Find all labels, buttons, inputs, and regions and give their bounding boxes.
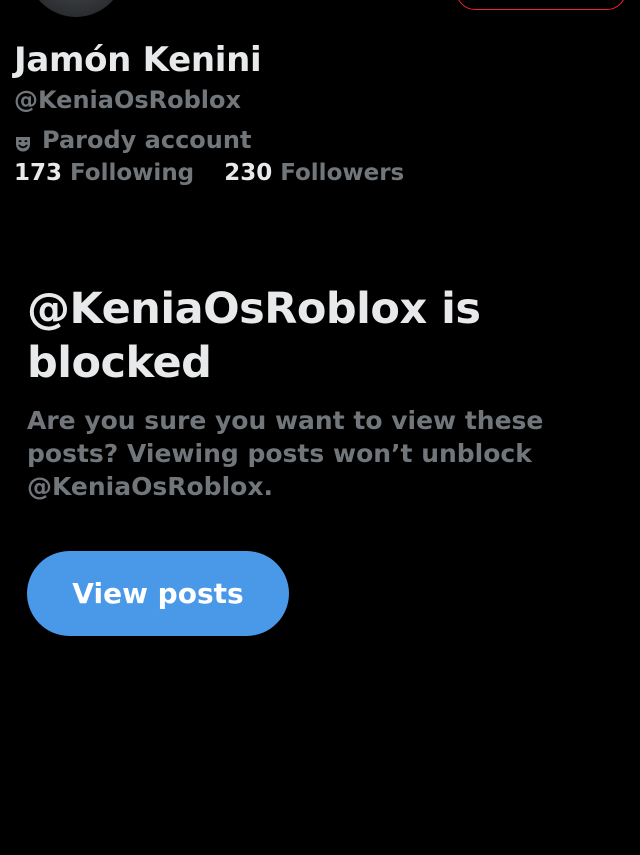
profile-stats: 173 Following 230 Followers	[14, 160, 404, 186]
blocked-title: @KeniaOsRoblox is blocked	[27, 284, 481, 388]
profile-handle: @KeniaOsRoblox	[14, 86, 241, 114]
theater-mask-icon	[14, 131, 32, 152]
parody-account-label: Parody account	[14, 126, 251, 154]
following-link[interactable]: 173 Following	[14, 160, 202, 186]
profile-display-name: Jamón Kenini	[14, 40, 262, 80]
following-label: Following	[70, 160, 195, 186]
view-posts-button[interactable]: View posts	[27, 551, 289, 636]
avatar[interactable]	[24, 0, 128, 20]
followers-count: 230	[224, 160, 273, 186]
followers-label: Followers	[280, 160, 405, 186]
followers-link[interactable]: 230 Followers	[224, 160, 404, 186]
blocked-button[interactable]	[456, 0, 626, 10]
blocked-description: Are you sure you want to view these post…	[27, 406, 544, 501]
following-count: 173	[14, 160, 63, 186]
parody-account-text: Parody account	[42, 126, 252, 154]
